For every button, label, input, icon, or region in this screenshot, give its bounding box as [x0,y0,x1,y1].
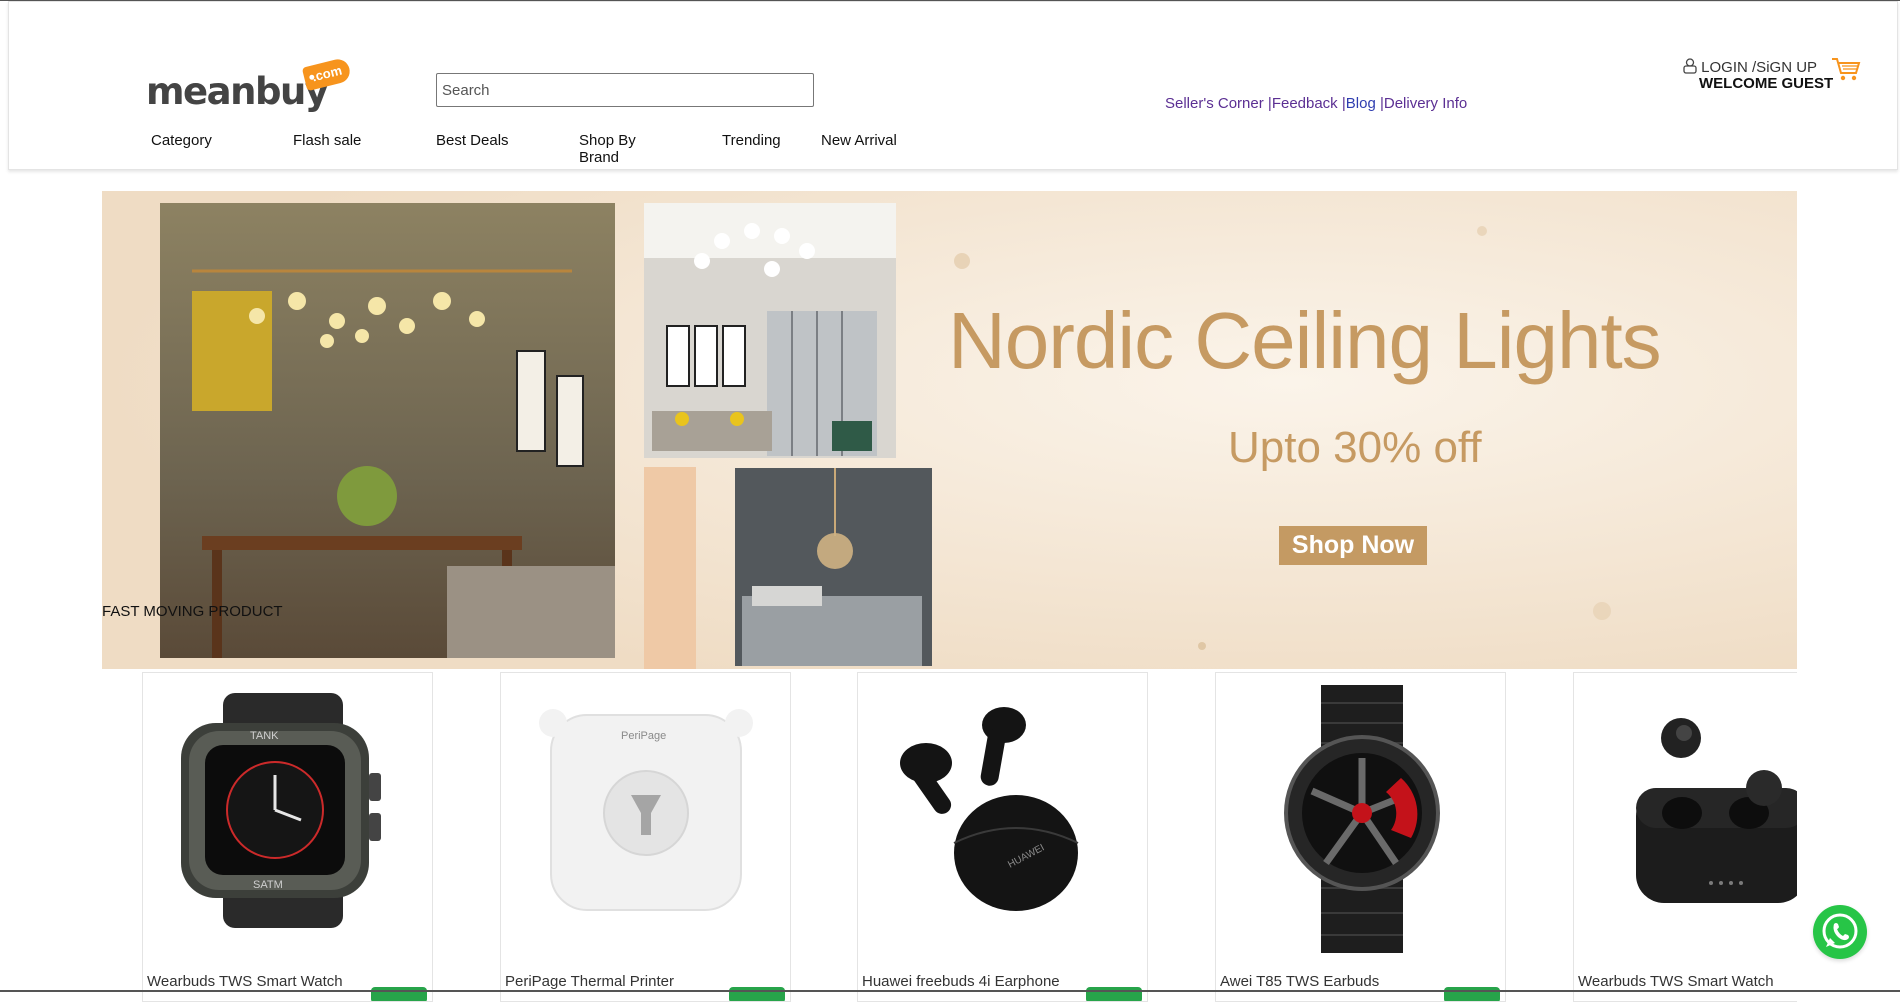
shop-now-button[interactable]: Shop Now [1279,526,1427,565]
svg-text:PeriPage: PeriPage [621,730,666,742]
product-card[interactable]: PeriPage PeriPage Thermal Printer [500,672,791,1002]
product-name: Wearbuds TWS Smart Watch [147,973,343,990]
whatsapp-icon [1822,913,1858,949]
product-card[interactable]: Wearbuds TWS Smart Watch [1573,672,1797,1002]
banner-subtitle: Upto 30% off [1228,423,1482,472]
cart-icon[interactable] [1831,56,1861,82]
login-signup-link[interactable]: LOGIN /SiGN UP [1683,58,1817,76]
product-name: PeriPage Thermal Printer [505,973,674,990]
smartwatch-image: TANK SATM [181,693,381,928]
svg-text:SATM: SATM [253,879,283,891]
product-name: Awei T85 TWS Earbuds [1220,973,1380,990]
link-sellers-corner[interactable]: Seller's Corner [1165,95,1264,112]
product-card[interactable]: TANK SATM Wearbuds TWS Smart Watch [142,672,433,1002]
nav-new-arrival[interactable]: New Arrival [821,132,897,149]
promo-banner[interactable]: Nordic Ceiling Lights Upto 30% off Shop … [102,191,1797,669]
user-icon [1683,58,1697,74]
svg-text:TANK: TANK [250,730,279,742]
logo-tag: .com [301,56,353,92]
nav-trending[interactable]: Trending [722,132,781,149]
section-title: FAST MOVING PRODUCT [102,603,283,620]
product-card[interactable]: Awei T85 TWS Earbuds [1215,672,1506,1002]
banner-artwork [102,191,1797,669]
link-delivery-info[interactable]: Delivery Info [1384,95,1467,112]
whatsapp-chat-button[interactable] [1813,905,1867,959]
link-feedback[interactable]: Feedback [1272,95,1338,112]
nav-category[interactable]: Category [151,132,212,149]
search-input[interactable] [436,73,814,107]
welcome-text: WELCOME GUEST [1699,75,1834,92]
product-name: Huawei freebuds 4i Earphone [862,973,1060,990]
earbuds-image: HUAWEI [900,707,1079,911]
nav-flash-sale[interactable]: Flash sale [293,132,361,149]
brand-logo[interactable]: meanbuy .com [146,56,356,114]
top-links: Seller's Corner |Feedback |Blog |Deliver… [1165,95,1468,112]
printer-image: PeriPage [539,709,753,911]
product-name: Wearbuds TWS Smart Watch [1578,973,1774,990]
link-blog[interactable]: Blog [1346,95,1376,112]
login-label: LOGIN /SiGN UP [1701,59,1818,76]
nav-best-deals[interactable]: Best Deals [436,132,509,149]
wristwatch-image [1284,685,1440,953]
logo-wordmark: meanbuy [146,70,329,113]
earbuds-case-image [1636,718,1797,903]
nav-shop-by-brand[interactable]: Shop By Brand [579,132,651,166]
banner-title: Nordic Ceiling Lights [948,296,1662,385]
product-card[interactable]: HUAWEI Huawei freebuds 4i Earphone [857,672,1148,1002]
